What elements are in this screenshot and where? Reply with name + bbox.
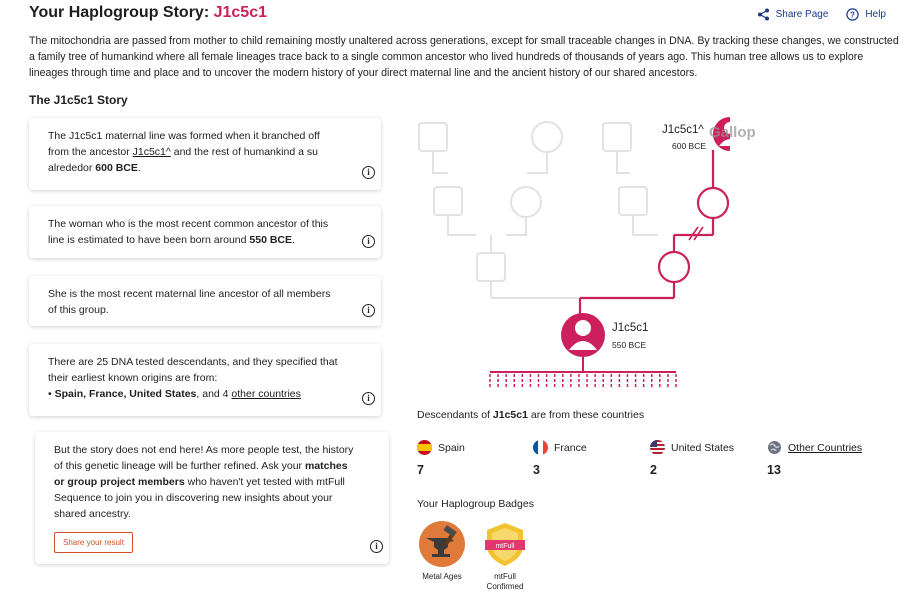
globe-icon	[767, 440, 782, 455]
haplogroup-node-name: J1c5c1	[612, 322, 649, 334]
help-icon: ?	[846, 8, 860, 21]
card-text: She is the most recent maternal line anc…	[48, 288, 331, 316]
other-countries-link[interactable]: Other Countries	[788, 442, 862, 454]
descendant-ticks	[489, 374, 677, 387]
card-text: .	[292, 234, 295, 246]
country-france: France 3	[533, 440, 587, 477]
story-heading: The J1c5c1 Story	[29, 93, 128, 107]
country-name: United States	[671, 441, 735, 454]
watermark: Gallop	[709, 124, 756, 141]
card-text: There are 25 DNA tested descendants, and…	[48, 356, 338, 384]
badge-label: Metal Ages	[422, 572, 462, 581]
desc-title-text: Descendants of	[417, 409, 493, 421]
story-card-mrca: The woman who is the most recent common …	[29, 206, 381, 258]
country-name: France	[554, 441, 587, 454]
us-flag-icon	[650, 440, 665, 455]
country-spain: Spain 7	[417, 440, 465, 477]
family-tree	[418, 117, 730, 387]
tree-node-male	[618, 186, 648, 216]
info-icon[interactable]: i	[362, 392, 375, 405]
info-icon[interactable]: i	[362, 304, 375, 317]
tree-node-male	[476, 252, 506, 282]
info-icon[interactable]: i	[362, 235, 375, 248]
badges-title: Your Haplogroup Badges	[417, 498, 534, 510]
info-icon[interactable]: i	[362, 166, 375, 179]
ancestor-name: J1c5c1^	[662, 124, 704, 136]
story-card-descendants: There are 25 DNA tested descendants, and…	[29, 344, 381, 416]
help-label: Help	[865, 9, 886, 20]
page-title-prefix: Your Haplogroup Story:	[29, 4, 214, 21]
tree-node-maternal	[696, 186, 730, 220]
tree-node-male	[602, 122, 632, 152]
haplogroup-node-date: 550 BCE	[612, 340, 647, 350]
story-card-branch: The J1c5c1 maternal line was formed when…	[29, 118, 381, 190]
share-icon	[757, 8, 770, 21]
mtfull-badge-icon: mtFull	[480, 520, 530, 568]
desc-title-text: are from these countries	[527, 409, 645, 421]
france-flag-icon	[533, 440, 548, 455]
svg-text:?: ?	[850, 10, 855, 19]
badge-mtfull-confirmed[interactable]: mtFull mtFull Confirmed	[480, 520, 530, 592]
desc-title-hg: J1c5c1	[492, 409, 528, 421]
page-title: Your Haplogroup Story: J1c5c1	[29, 4, 267, 22]
badge-metal-ages[interactable]: Metal Ages	[417, 520, 467, 582]
card-text: .	[137, 162, 141, 174]
ancestor-date: 600 BCE	[672, 141, 707, 151]
tree-node-female	[531, 121, 563, 153]
story-card-ancestor: She is the most recent maternal line anc…	[29, 276, 381, 326]
branch-date: 600 BCE	[95, 162, 138, 174]
spain-flag-icon	[417, 440, 432, 455]
badge-tag: mtFull	[495, 543, 515, 550]
badge-label: mtFull Confirmed	[486, 572, 524, 591]
ancestor-link[interactable]: J1c5c1^	[133, 146, 171, 158]
country-count: 13	[767, 463, 781, 477]
country-other: Other Countries 13	[767, 440, 862, 477]
descendants-title: Descendants of J1c5c1 are from these cou…	[417, 409, 644, 421]
tree-node-male	[418, 122, 448, 152]
info-icon[interactable]: i	[370, 540, 383, 553]
share-page-label: Share Page	[775, 9, 829, 20]
country-name: Spain	[438, 441, 465, 454]
origins-list: Spain, France, United States, and 4 othe…	[48, 386, 341, 402]
country-united-states: United States 2	[650, 440, 734, 477]
country-count: 3	[533, 463, 540, 477]
share-result-button[interactable]: Share your result	[54, 532, 133, 553]
origin-countries: Spain, France, United States	[54, 388, 197, 400]
other-countries-link[interactable]: other countries	[231, 388, 300, 400]
help-button[interactable]: ? Help	[846, 8, 886, 21]
share-page-button[interactable]: Share Page	[757, 8, 829, 21]
intro-text: The mitochondria are passed from mother …	[29, 35, 899, 79]
country-count: 7	[417, 463, 424, 477]
tree-gray-branches	[418, 121, 658, 299]
tree-node-male	[433, 186, 463, 216]
anvil-badge-icon	[417, 520, 467, 568]
haplogroup-avatar	[561, 313, 605, 357]
tree-node-female	[510, 186, 542, 218]
mrca-date: 550 BCE	[249, 234, 292, 246]
story-card-cta: But the story does not end here! As more…	[35, 432, 389, 564]
descendant-lines	[490, 357, 676, 373]
tree-maternal-line	[578, 150, 730, 316]
country-count: 2	[650, 463, 657, 477]
origins-item: Spain, France, United States, and 4 othe…	[48, 386, 341, 402]
tree-node-maternal	[657, 250, 691, 284]
card-text: , and 4	[196, 388, 232, 400]
page-title-haplogroup: J1c5c1	[213, 4, 267, 21]
header-actions: Share Page ? Help	[757, 8, 886, 21]
